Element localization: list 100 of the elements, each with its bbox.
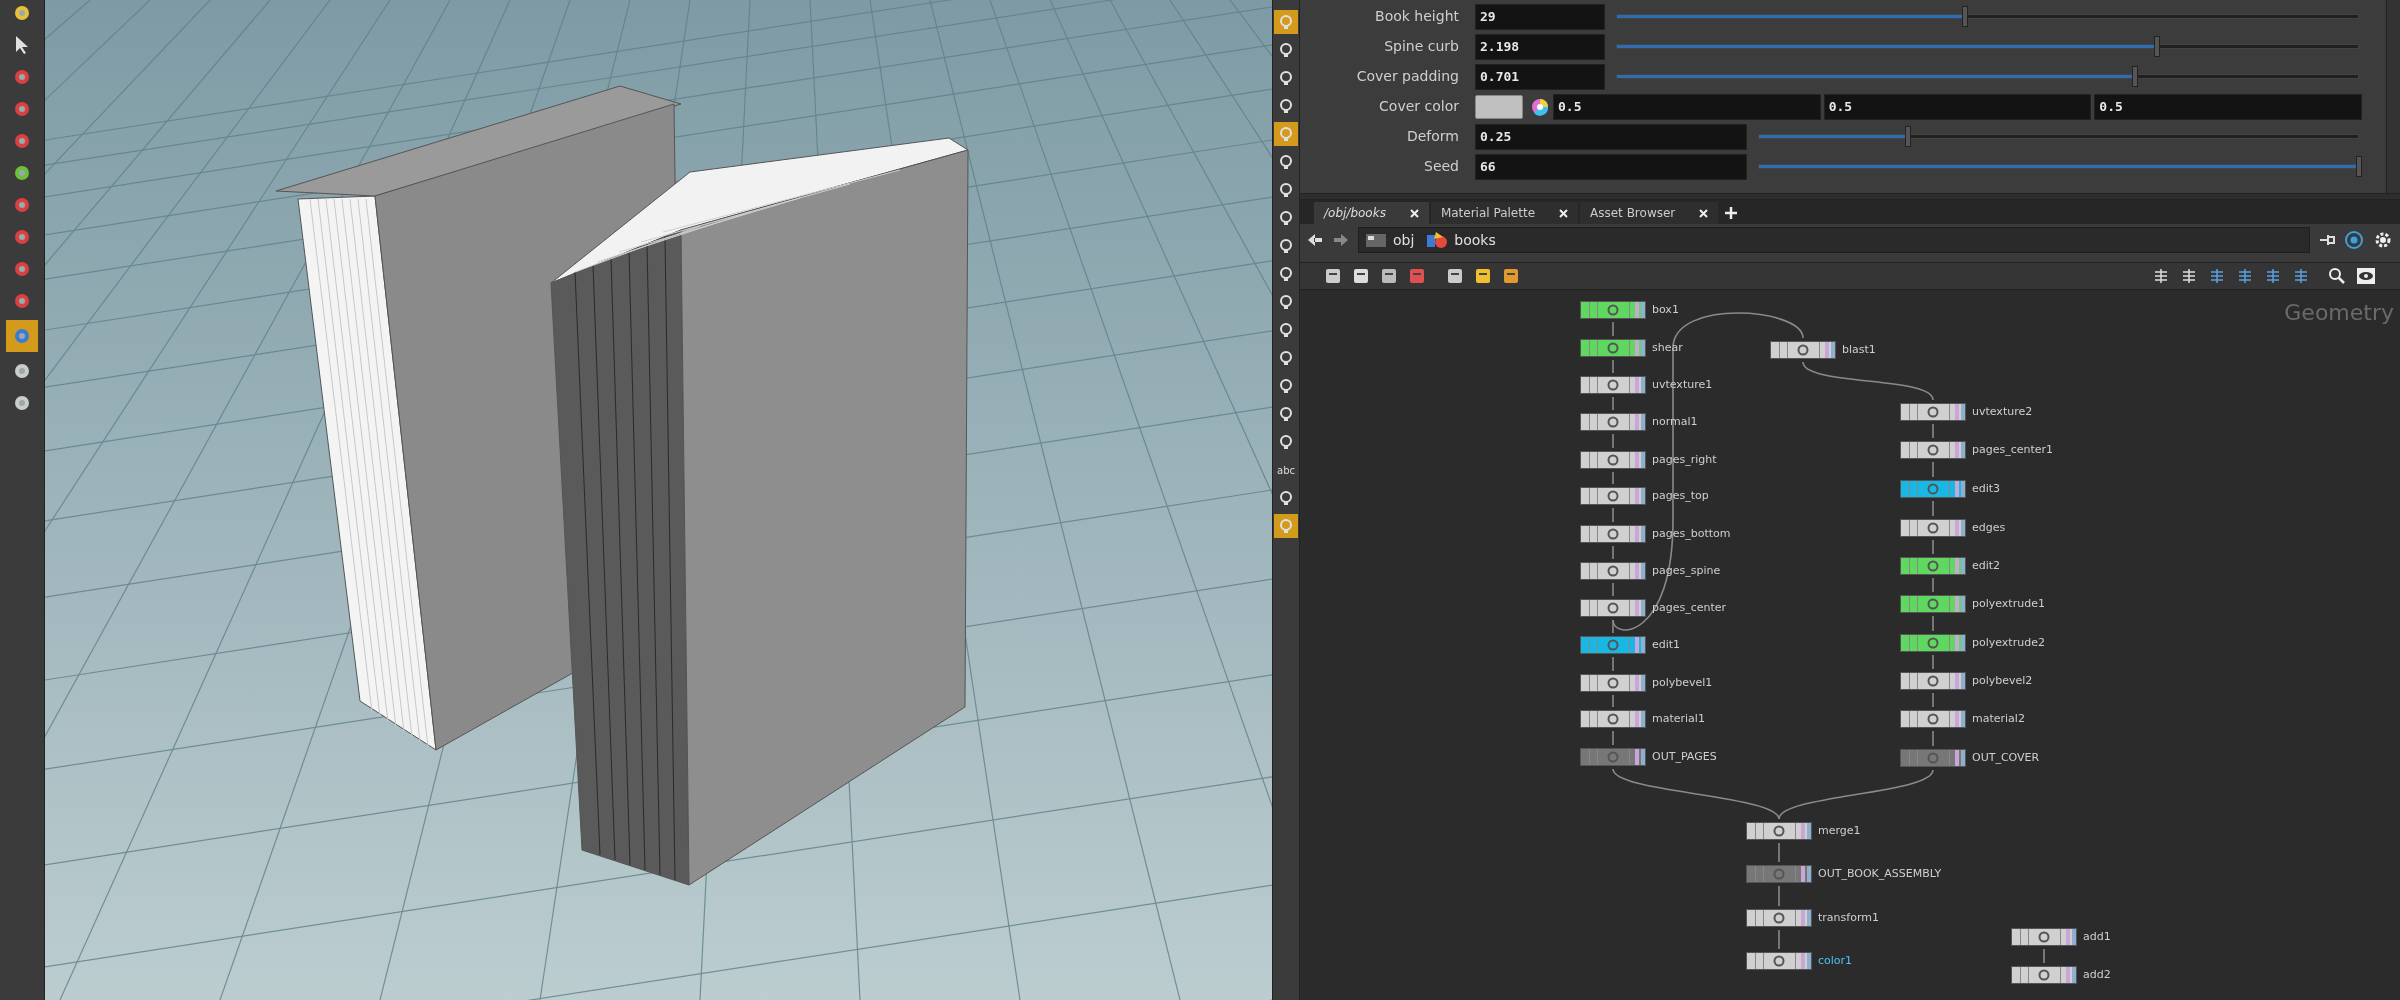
node-tile[interactable] [1900,557,1966,575]
tool-button[interactable]: abc [1274,458,1298,482]
forward-arrow-icon[interactable] [1332,232,1350,248]
value-field[interactable]: 0.5 [1823,93,2092,120]
toolbar-icon[interactable] [1380,267,1398,285]
value-field[interactable]: 0.5 [2094,93,2362,120]
path-segment[interactable]: books [1454,229,1496,251]
value-field[interactable]: 66 [1475,153,1747,180]
node-label: OUT_PAGES [1652,748,1717,765]
path-bar[interactable]: obj books [1358,227,2310,253]
toolbar-icon[interactable] [1474,267,1492,285]
slider-track[interactable] [1613,6,2362,27]
layout-icon[interactable] [2152,267,2170,285]
node-tile[interactable] [1900,634,1966,652]
node-label: polybevel2 [1972,672,2033,689]
node-tile[interactable] [1900,441,1966,459]
node-tile[interactable] [1900,672,1966,690]
value-field[interactable]: 0.25 [1475,123,1747,150]
slider-handle[interactable] [1961,6,1968,27]
parameter-label: Seed [1423,157,1460,176]
node-tile[interactable] [1580,487,1646,505]
slider-track[interactable] [1755,126,2362,147]
node-tile[interactable] [1580,748,1646,766]
value-field[interactable]: 0.701 [1475,63,1605,90]
node-icon [1927,560,1939,572]
pane-tab[interactable]: /obj/books [1314,202,1429,224]
layout-icon[interactable] [2264,267,2282,285]
layout-icon[interactable] [2292,267,2310,285]
toolbar-icon[interactable] [1446,267,1464,285]
pin-icon[interactable] [2318,232,2336,248]
node-tile[interactable] [1580,301,1646,319]
slider-track[interactable] [1613,36,2362,57]
node-tile[interactable] [1746,909,1812,927]
node-label: edit3 [1972,480,2001,497]
slider-handle[interactable] [1905,126,1912,147]
node-tile[interactable] [1746,822,1812,840]
toolbar-icon[interactable] [1324,267,1342,285]
node-icon [1927,675,1939,687]
node-tile[interactable] [1746,952,1812,970]
connection-wire [1932,577,1934,593]
parameter-label: Spine curb [1383,37,1460,56]
scrollbar[interactable] [2386,0,2400,193]
node-icon [1773,955,1785,967]
slider-handle[interactable] [2355,156,2362,177]
search-icon[interactable] [2328,267,2346,285]
node-label: add2 [2083,966,2111,983]
node-tile[interactable] [1900,749,1966,767]
slider-track[interactable] [1755,156,2362,177]
value-field[interactable]: 0.5 [1553,93,1821,120]
parameter-label: Cover color [1378,97,1460,116]
node-tile[interactable] [1900,710,1966,728]
value-field[interactable]: 2.198 [1475,33,1605,60]
node-tile[interactable] [1580,525,1646,543]
pane-tab[interactable]: Asset Browser [1580,202,1719,224]
node-tile[interactable] [2011,966,2077,984]
node-tile[interactable] [1580,674,1646,692]
toolbar-icon[interactable] [1352,267,1370,285]
close-icon[interactable] [1409,208,1419,218]
path-segment[interactable]: obj [1393,229,1415,251]
slider-handle[interactable] [2132,66,2139,87]
node-tile[interactable] [1900,403,1966,421]
node-tile[interactable] [1580,376,1646,394]
slider-handle[interactable] [2154,36,2161,57]
close-icon[interactable] [1699,208,1709,218]
color-swatch[interactable] [1475,94,1523,119]
slider-track[interactable] [1613,66,2362,87]
back-arrow-icon[interactable] [1306,232,1324,248]
close-icon[interactable] [1559,208,1568,218]
node-tile[interactable] [1900,595,1966,613]
node-tile[interactable] [2011,928,2077,946]
color-wheel-icon[interactable] [1531,97,1549,116]
node-tile[interactable] [1746,865,1812,883]
node-label: edit2 [1972,557,2001,574]
node-tile[interactable] [1900,519,1966,537]
node-tile[interactable] [1580,710,1646,728]
layout-icon[interactable] [2236,267,2254,285]
node-tile[interactable] [1770,341,1836,359]
node-tile[interactable] [1580,339,1646,357]
node-tile[interactable] [1580,413,1646,431]
node-label: polyextrude1 [1972,595,2045,612]
node-icon [1927,752,1939,764]
add-tab-icon[interactable] [1724,206,1739,220]
layout-icon[interactable] [2208,267,2226,285]
pane-tab[interactable]: Material Palette [1430,202,1578,224]
node-tile[interactable] [1580,599,1646,617]
parameter-label: Book height [1374,7,1460,26]
node-icon [1607,677,1619,689]
node-tile[interactable] [1900,480,1966,498]
node-label: edges [1972,519,2006,536]
layout-icon[interactable] [2180,267,2198,285]
toolbar-icon[interactable] [1502,267,1520,285]
node-tile[interactable] [1580,636,1646,654]
node-tile[interactable] [1580,451,1646,469]
node-tile[interactable] [1580,562,1646,580]
target-icon[interactable] [2344,230,2364,250]
value-field[interactable]: 29 [1475,3,1605,30]
eye-icon[interactable] [2356,267,2376,285]
node-label: pages_center [1652,599,1727,616]
node-label: pages_top [1652,487,1709,504]
tool-icon [1278,98,1294,114]
